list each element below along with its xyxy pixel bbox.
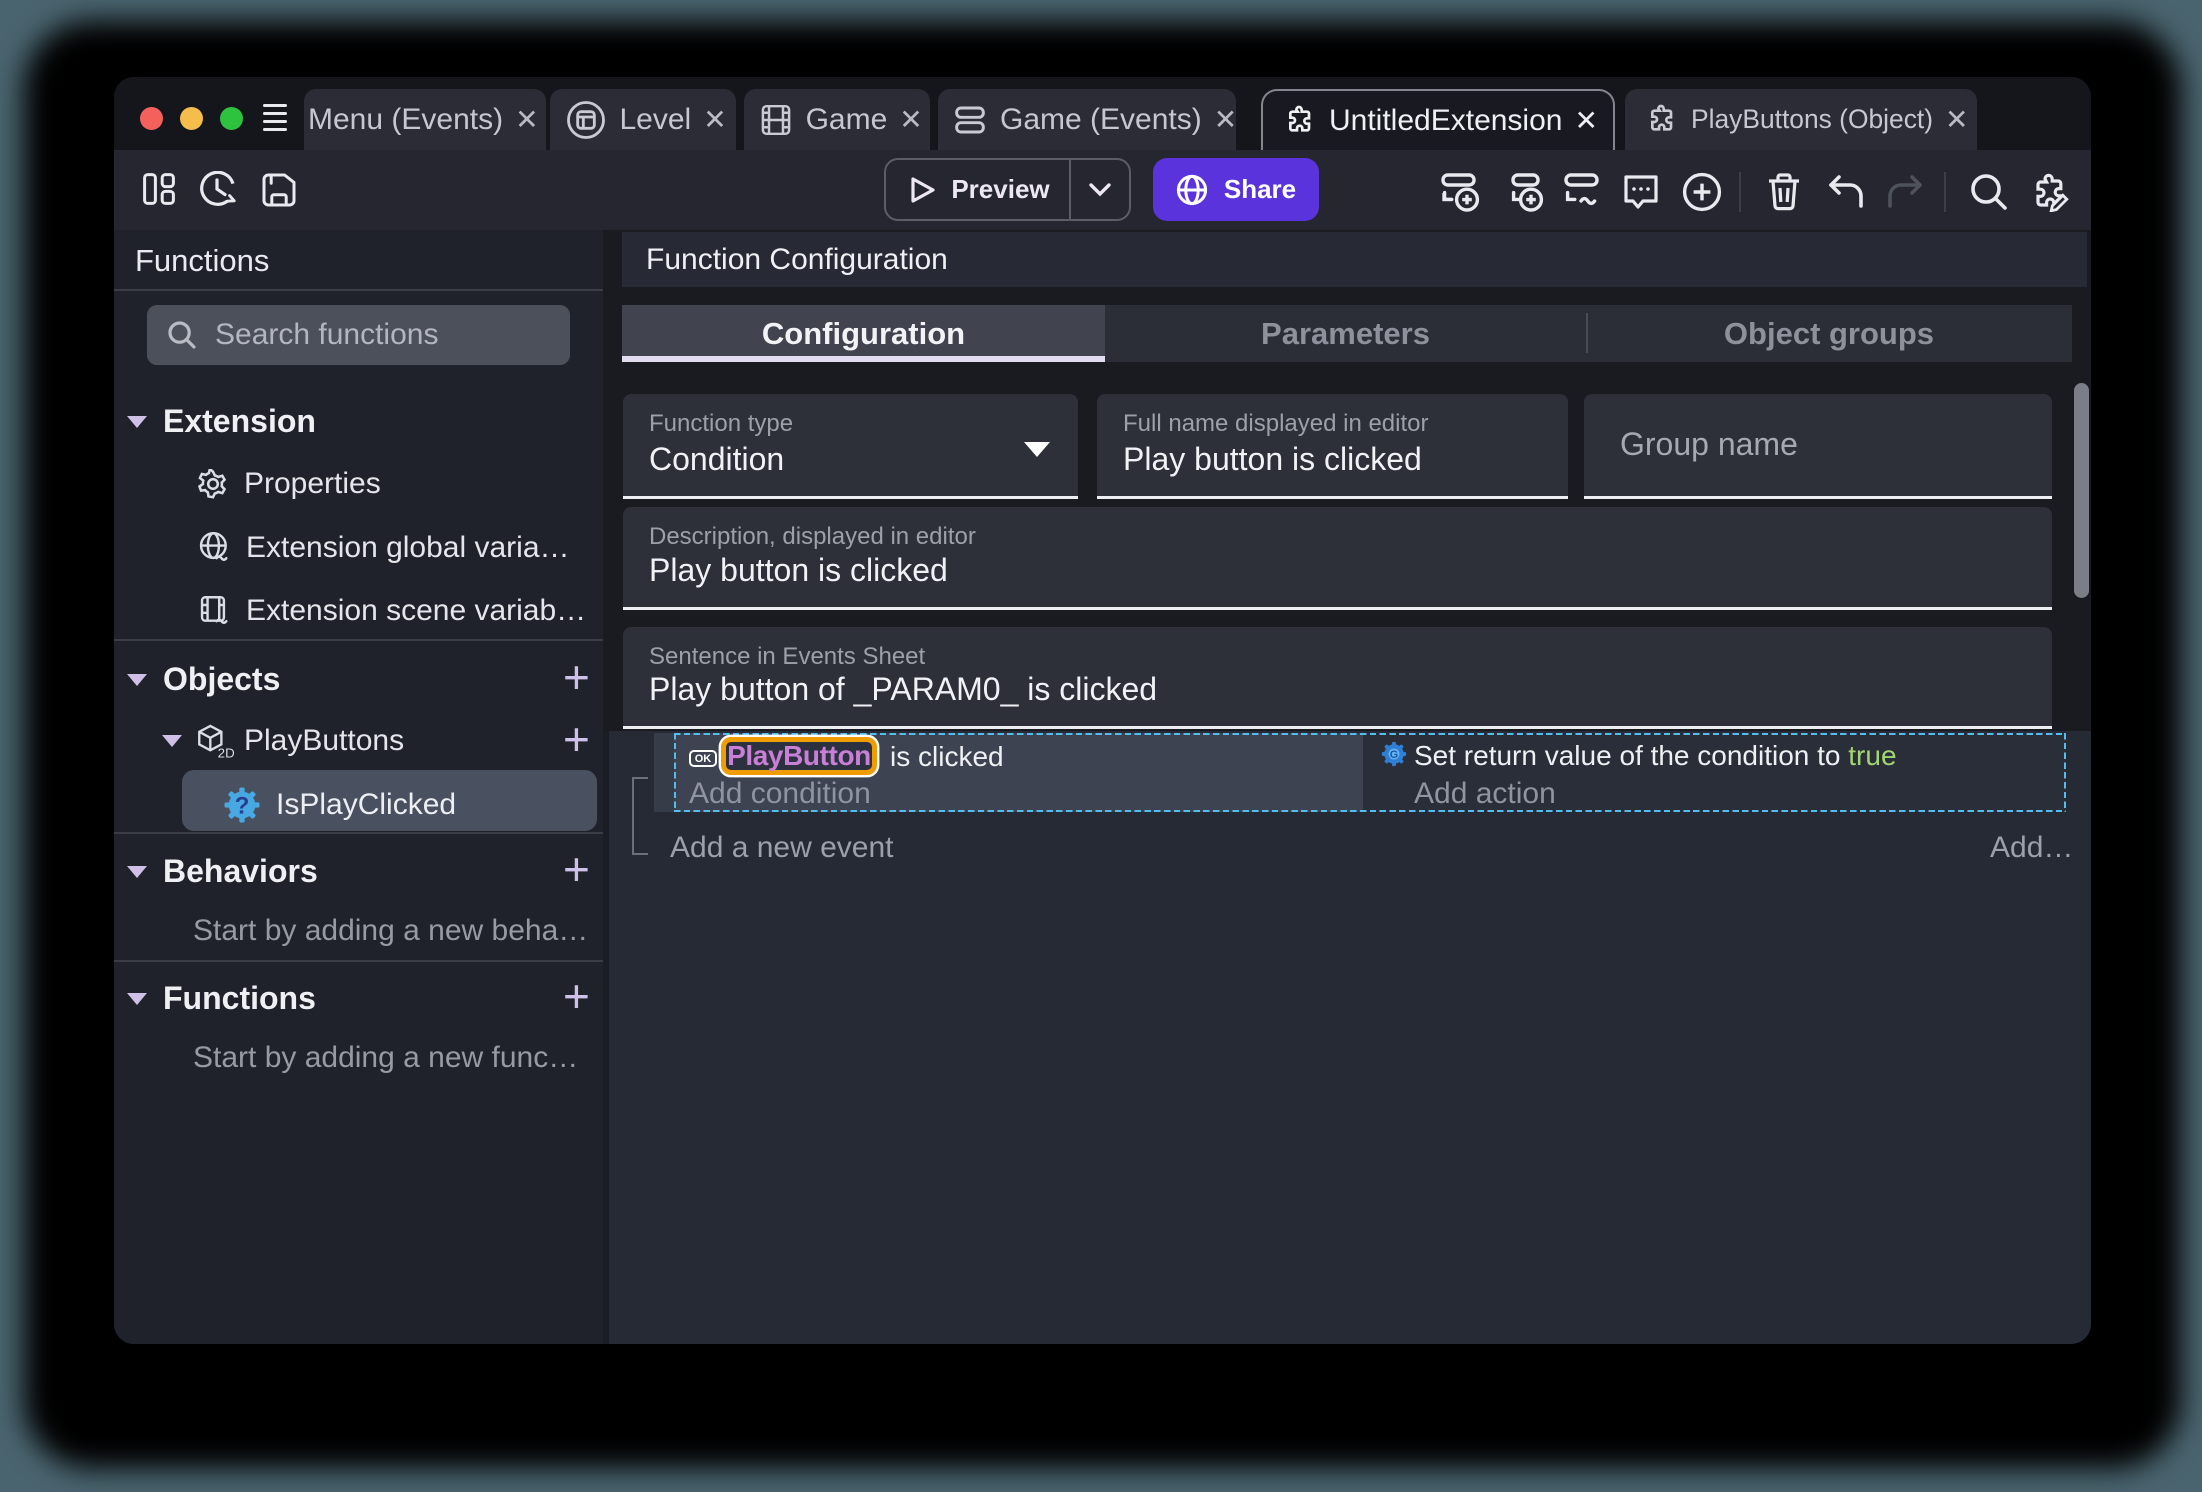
- svg-text:2D: 2D: [218, 746, 234, 759]
- svg-text:G: G: [1390, 749, 1398, 761]
- svg-text:?: ?: [235, 792, 250, 819]
